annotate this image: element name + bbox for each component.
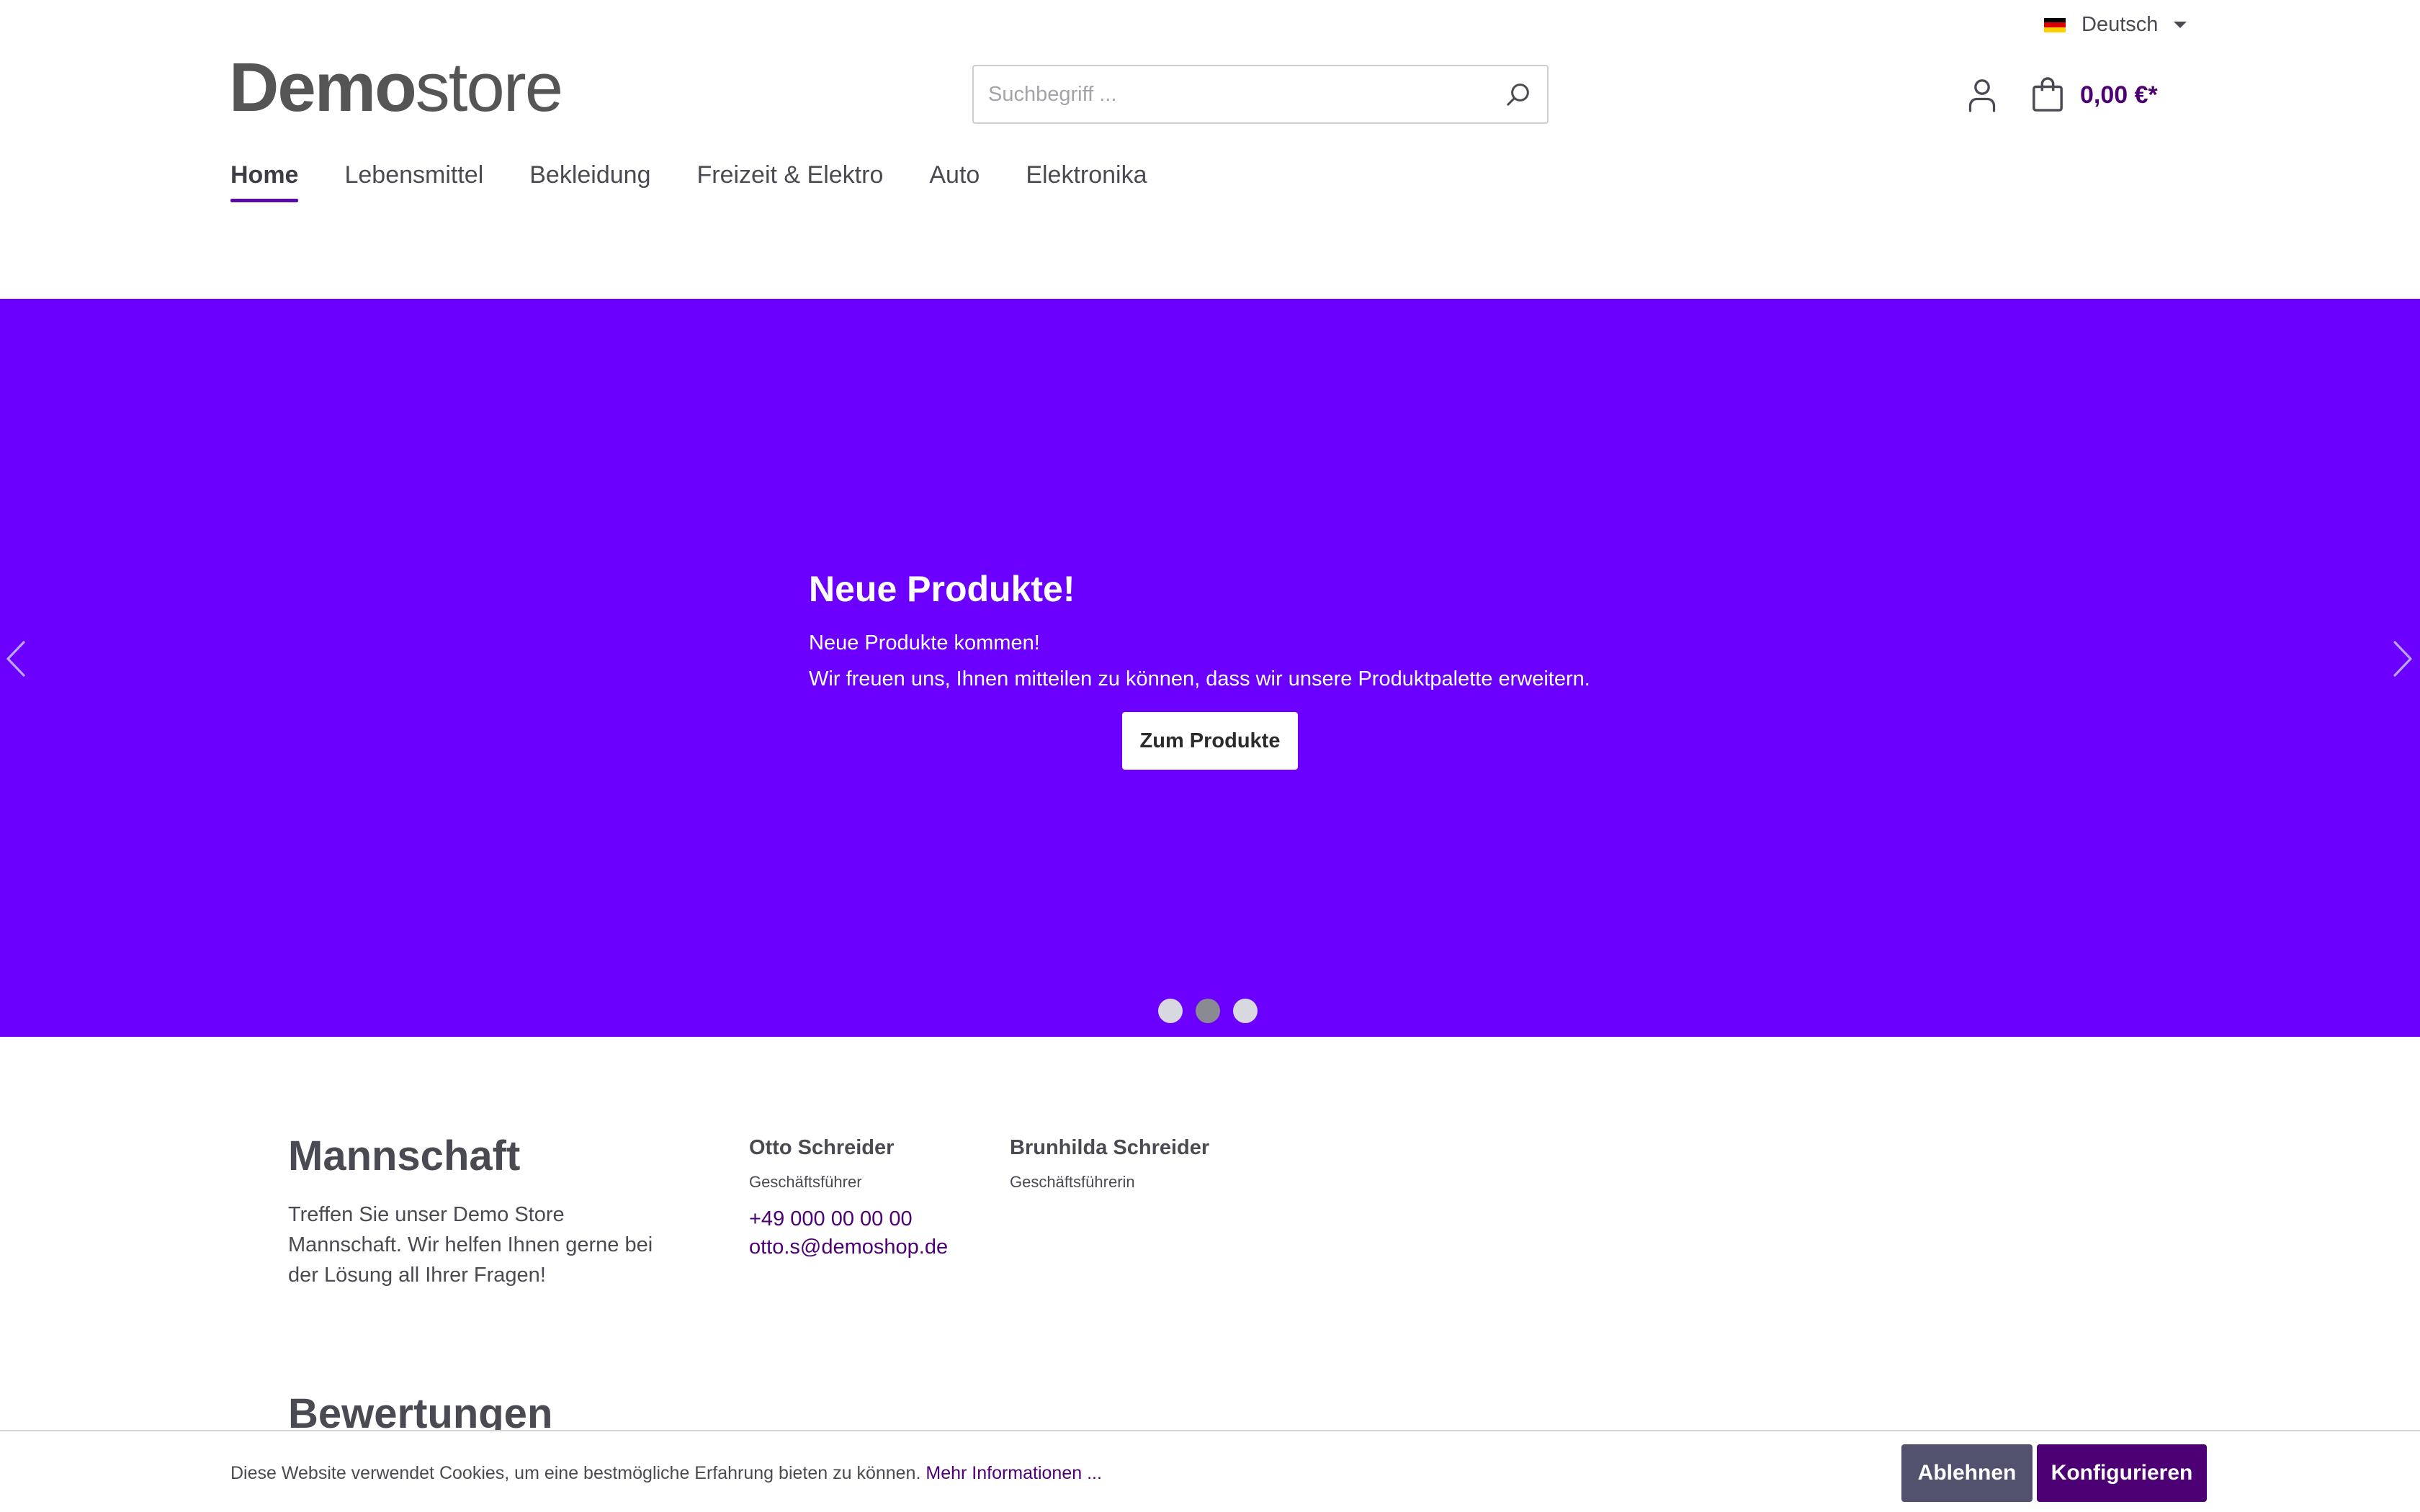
store-logo[interactable]: Demostore bbox=[229, 49, 563, 126]
language-selector[interactable]: Deutsch bbox=[2044, 13, 2187, 37]
search-bar bbox=[972, 65, 1549, 124]
hero-cta-button[interactable]: Zum Produkte bbox=[1122, 712, 1298, 770]
logo-light-text: store bbox=[415, 49, 563, 126]
cookie-banner: Diese Website verwendet Cookies, um eine… bbox=[0, 1430, 2420, 1512]
nav-item-freizeit-elektro[interactable]: Freizeit & Elektro bbox=[697, 161, 884, 202]
nav-item-bekleidung[interactable]: Bekleidung bbox=[529, 161, 650, 202]
search-input[interactable] bbox=[974, 66, 1489, 122]
team-description: Treffen Sie unser Demo Store Mannschaft.… bbox=[288, 1203, 653, 1287]
team-member-name: Brunhilda Schreider bbox=[1010, 1136, 1210, 1159]
team-member-card: Otto Schreider Geschäftsführer +49 000 0… bbox=[749, 1136, 948, 1259]
team-member-name: Otto Schreider bbox=[749, 1136, 895, 1159]
nav-item-home[interactable]: Home bbox=[230, 161, 299, 202]
hero-title: Neue Produkte! bbox=[809, 569, 1075, 609]
page: Deutsch Demostore 0,00 €* Home Leb bbox=[0, 0, 2420, 1512]
nav-item-auto[interactable]: Auto bbox=[929, 161, 980, 202]
slider-next-button[interactable] bbox=[2388, 637, 2417, 680]
hero-slider: Neue Produkte! Neue Produkte kommen! Wir… bbox=[0, 299, 2420, 1037]
team-member-card: Brunhilda Schreider Geschäftsführerin bbox=[1010, 1136, 1209, 1192]
german-flag-icon bbox=[2044, 17, 2066, 32]
slider-dot-1[interactable] bbox=[1158, 999, 1183, 1023]
caret-down-icon bbox=[2174, 22, 2187, 28]
search-button[interactable] bbox=[1489, 66, 1547, 122]
search-icon bbox=[1507, 84, 1529, 106]
cart-button[interactable]: 0,00 €* bbox=[2031, 75, 2158, 115]
cookie-configure-button[interactable]: Konfigurieren bbox=[2037, 1444, 2207, 1502]
slider-dot-3[interactable] bbox=[1233, 999, 1258, 1023]
nav-item-lebensmittel[interactable]: Lebensmittel bbox=[344, 161, 483, 202]
chevron-right-icon bbox=[2393, 641, 2412, 677]
account-button[interactable] bbox=[1962, 75, 2002, 115]
nav-item-elektronika[interactable]: Elektronika bbox=[1026, 161, 1147, 202]
user-icon bbox=[1968, 79, 1996, 112]
logo-bold-text: Demo bbox=[229, 49, 417, 126]
cookie-text-wrapper: Diese Website verwendet Cookies, um eine… bbox=[230, 1463, 1102, 1484]
language-label: Deutsch bbox=[2081, 13, 2159, 36]
cookie-message: Diese Website verwendet Cookies, um eine… bbox=[230, 1463, 921, 1483]
slider-dot-2[interactable] bbox=[1196, 999, 1220, 1023]
cookie-decline-button[interactable]: Ablehnen bbox=[1901, 1444, 2033, 1502]
hero-subtitle: Neue Produkte kommen! bbox=[809, 631, 1040, 654]
team-member-role: Geschäftsführerin bbox=[1010, 1173, 1135, 1191]
hero-description: Wir freuen uns, Ihnen mitteilen zu könne… bbox=[809, 667, 1590, 690]
cookie-more-info-link[interactable]: Mehr Informationen ... bbox=[926, 1463, 1102, 1483]
team-member-email-link[interactable]: otto.s@demoshop.de bbox=[749, 1236, 948, 1259]
team-member-phone-link[interactable]: +49 000 00 00 00 bbox=[749, 1207, 948, 1231]
chevron-left-icon bbox=[6, 641, 25, 677]
main-navigation: Home Lebensmittel Bekleidung Freizeit & … bbox=[230, 161, 1147, 202]
slider-prev-button[interactable] bbox=[1, 637, 30, 680]
team-title: Mannschaft bbox=[288, 1133, 521, 1179]
slider-dots bbox=[1158, 999, 1258, 1023]
team-member-role: Geschäftsführer bbox=[749, 1173, 862, 1191]
shopping-bag-icon bbox=[2033, 77, 2063, 112]
cart-total: 0,00 €* bbox=[2080, 81, 2158, 109]
